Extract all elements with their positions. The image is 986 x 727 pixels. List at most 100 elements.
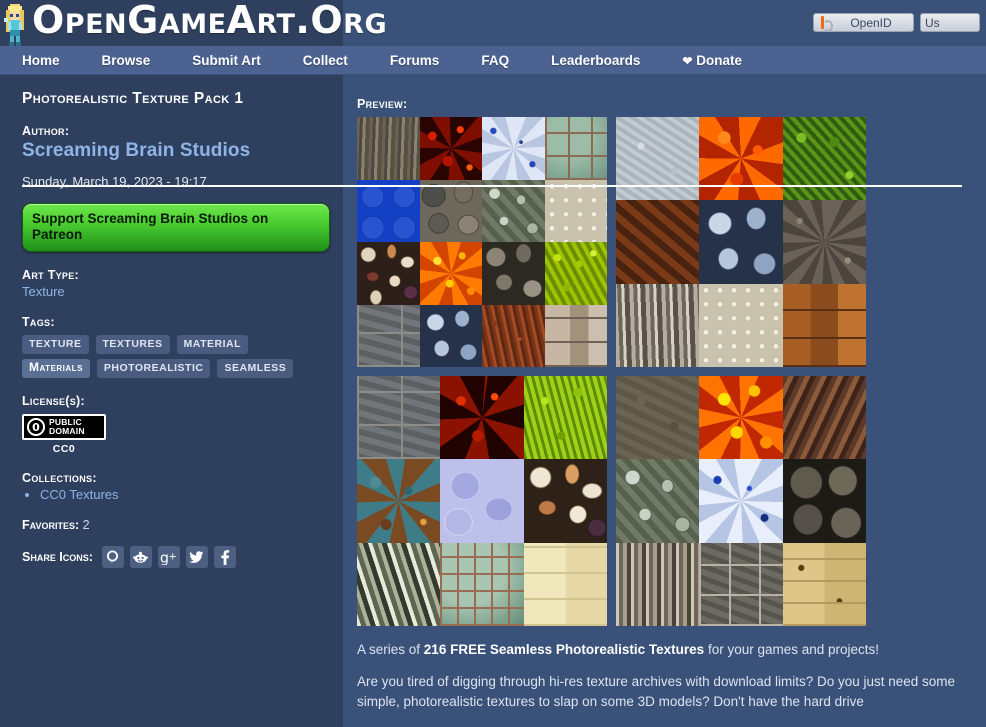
license-label: License(s): [22, 394, 85, 408]
tags-label: Tags: [22, 315, 55, 329]
tag-item[interactable]: photorealistic [96, 359, 211, 378]
texture-tile [357, 179, 420, 242]
page-body: Photorealistic Texture Pack 1 Author: Sc… [0, 75, 986, 727]
texture-tile [616, 117, 700, 201]
nav-item-donate[interactable]: ❤ Donate [682, 53, 742, 68]
texture-tile [357, 117, 420, 180]
texture-tile [482, 179, 545, 242]
tag-item-hovered[interactable]: Materials [22, 359, 90, 378]
texture-tile [616, 283, 700, 367]
username-input[interactable]: Us [920, 13, 980, 32]
texture-tile [523, 542, 607, 626]
tag-list: texture textures material Materials phot… [22, 335, 322, 378]
texture-tile [544, 117, 607, 180]
main-content: Preview: A series of 216 FREE Seamless P… [343, 75, 986, 727]
author-label: Author: [22, 124, 70, 138]
texture-tile [357, 542, 441, 626]
texture-tile [699, 200, 783, 284]
twitter-icon[interactable] [185, 546, 208, 568]
favorites-count: 2 [82, 518, 90, 532]
facebook-icon[interactable] [213, 546, 236, 568]
texture-tile [699, 117, 783, 201]
lead-bold: 216 FREE Seamless Photorealistic Texture… [423, 642, 705, 657]
texture-tile [782, 376, 866, 460]
texture-tile [616, 376, 700, 460]
texture-tile [544, 304, 607, 367]
description-body: A series of 216 FREE Seamless Photoreali… [343, 626, 986, 712]
openid-icon [818, 16, 833, 32]
preview-grid [343, 117, 986, 626]
openid-placeholder: OpenID [850, 15, 892, 30]
nav-item-home[interactable]: Home [22, 53, 60, 68]
patreon-support-button[interactable]: Support Screaming Brain Studios on Patre… [22, 203, 330, 252]
site-header: OpenGameArt.Org OpenID Us [0, 0, 986, 46]
nav-item-forums[interactable]: Forums [390, 53, 440, 68]
texture-tile [782, 200, 866, 284]
collections-list: CC0 Textures [40, 487, 321, 502]
texture-tile [419, 242, 482, 305]
lead-prefix: A series of [357, 642, 424, 657]
texture-tile [482, 117, 545, 180]
texture-tile [699, 459, 783, 543]
description-paragraph-2: Are you tired of digging through hi-res … [357, 674, 956, 709]
site-title: OpenGameArt.Org [32, 0, 388, 42]
cc-text-line2: DOMAIN [49, 426, 85, 436]
texture-tile [357, 242, 420, 305]
cc-zero-mark: 0 [27, 418, 45, 436]
texture-tile [782, 542, 866, 626]
reddit-icon[interactable] [129, 546, 152, 568]
texture-tile [440, 542, 524, 626]
collection-link: CC0 Textures [40, 487, 119, 502]
texture-tile [699, 283, 783, 367]
description-lead: A series of 216 FREE Seamless Photoreali… [357, 640, 972, 660]
license-caption: CC0 [52, 443, 76, 455]
preview-label: Preview: [357, 97, 408, 111]
collections-label: Collections: [22, 471, 97, 485]
preview-image-3[interactable] [357, 376, 607, 626]
preview-image-2[interactable] [616, 117, 866, 367]
tag-item[interactable]: textures [95, 335, 170, 354]
texture-tile [440, 376, 524, 460]
texture-tile [544, 242, 607, 305]
pixel-character-sprite-icon[interactable] [2, 2, 28, 46]
texture-tile [616, 200, 700, 284]
license-badge[interactable]: 0 PUBLIC DOMAIN CC0 [22, 414, 106, 455]
tag-item[interactable]: material [176, 335, 248, 354]
favorites-row: Favorites: 2 [22, 518, 321, 532]
title-divider [22, 185, 962, 187]
quote-icon[interactable] [101, 546, 124, 568]
tag-item[interactable]: seamless [217, 359, 294, 378]
openid-input[interactable]: OpenID [813, 13, 914, 32]
preview-image-4[interactable] [616, 376, 866, 626]
nav-item-leaderboards[interactable]: Leaderboards [551, 53, 640, 68]
author-link[interactable]: Screaming Brain Studios [22, 140, 321, 162]
nav-item-collect[interactable]: Collect [303, 53, 348, 68]
heart-icon: ❤ [682, 53, 693, 68]
share-icons-row: Share Icons: g + [22, 546, 321, 568]
nav-item-donate-label: Donate [696, 52, 742, 68]
nav-item-submit-art[interactable]: Submit Art [192, 53, 261, 68]
nav-item-faq[interactable]: FAQ [481, 53, 509, 68]
sidebar: Photorealistic Texture Pack 1 Author: Sc… [0, 75, 343, 727]
collection-item[interactable]: CC0 Textures [40, 487, 321, 502]
googleplus-icon[interactable]: g + [157, 546, 180, 568]
favorites-label: Favorites: [22, 518, 80, 532]
tag-item[interactable]: texture [22, 335, 89, 354]
texture-tile [699, 376, 783, 460]
texture-tile [440, 459, 524, 543]
texture-tile [782, 117, 866, 201]
username-placeholder: Us [925, 15, 940, 30]
preview-image-1[interactable] [357, 117, 607, 367]
art-type-label: Art Type: [22, 268, 80, 282]
art-type-link[interactable]: Texture [22, 284, 321, 299]
texture-tile [357, 304, 420, 367]
texture-tile [419, 304, 482, 367]
texture-tile [782, 459, 866, 543]
texture-tile [616, 459, 700, 543]
nav-item-browse[interactable]: Browse [102, 53, 151, 68]
page-title: Photorealistic Texture Pack 1 [22, 90, 244, 107]
texture-tile [357, 459, 441, 543]
texture-tile [482, 242, 545, 305]
texture-tile [782, 283, 866, 367]
texture-tile [419, 117, 482, 180]
